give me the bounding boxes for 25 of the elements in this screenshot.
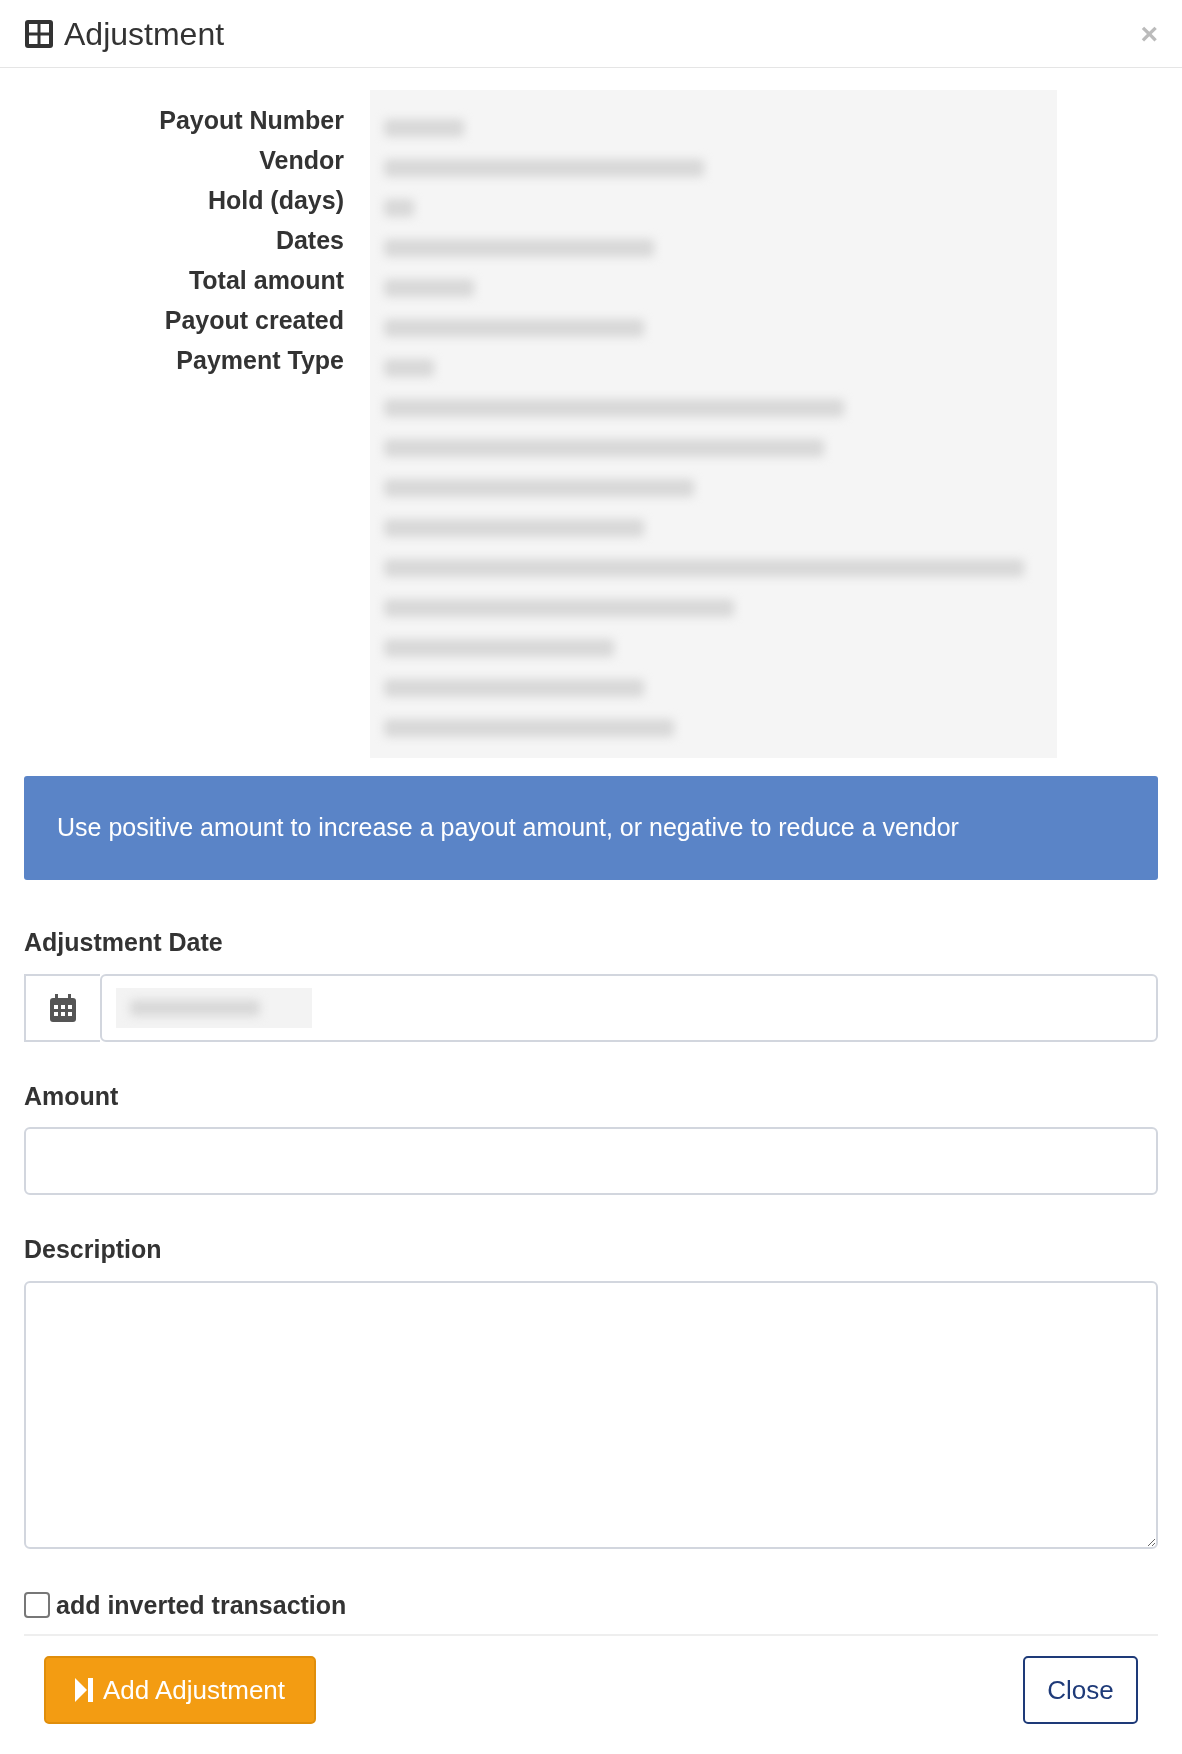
- redacted-text: [384, 359, 434, 377]
- detail-label: Vendor: [259, 145, 344, 176]
- detail-label: Hold (days): [207, 185, 344, 216]
- redacted-text: [384, 199, 414, 217]
- close-button[interactable]: Close: [1023, 1656, 1138, 1724]
- grid-icon: [24, 18, 54, 49]
- dialog-title: Adjustment: [64, 14, 225, 54]
- detail-label: Payout created: [164, 305, 344, 336]
- description-field[interactable]: [24, 1280, 1158, 1549]
- field-label: Amount: [24, 1080, 120, 1112]
- play-next-icon: [74, 1678, 93, 1702]
- checkbox[interactable]: [24, 1592, 50, 1619]
- calendar-icon: [50, 993, 76, 1022]
- checkbox-label: add inverted transaction: [56, 1589, 347, 1621]
- close-button[interactable]: ×: [1140, 18, 1158, 49]
- date-field[interactable]: [100, 973, 1158, 1042]
- info-text: Use positive amount to increase a payout amount, or negative to reduce a vendor: [57, 812, 959, 844]
- detail-label: Total amount: [188, 265, 344, 296]
- field-label: Adjustment Date: [24, 927, 224, 958]
- detail-label: Payment Type: [176, 345, 344, 376]
- detail-label: Payout Number: [159, 105, 344, 136]
- amount-field[interactable]: [24, 1127, 1158, 1195]
- add-adjustment-button[interactable]: Add Adjustment: [44, 1656, 316, 1724]
- field-label: Description: [24, 1234, 163, 1265]
- detail-label: Dates: [275, 225, 344, 256]
